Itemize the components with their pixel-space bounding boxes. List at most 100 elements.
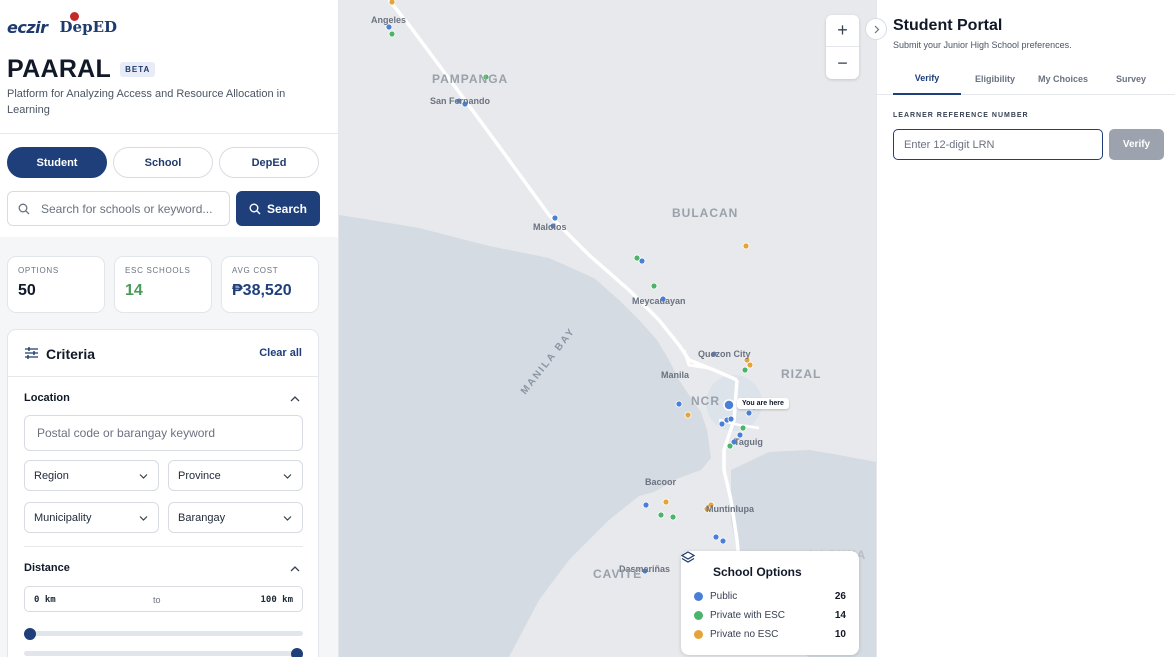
current-location-marker [723, 399, 735, 411]
stat-avg-cost-label: AVG COST [232, 266, 279, 275]
role-tab-deped[interactable]: DepEd [219, 147, 319, 178]
region-select-label: Region [34, 469, 69, 482]
stat-avg-cost: AVG COST ₱38,520 [221, 256, 319, 313]
public-school-marker[interactable] [675, 400, 683, 408]
private-no-esc-school-marker[interactable] [684, 411, 692, 419]
deped-logo-text: DepED [59, 18, 118, 36]
map-view[interactable]: Angeles San Fernando Malolos Meycauayan … [339, 0, 876, 657]
place-manila: Manila [661, 370, 690, 380]
place-san-fernando: San Fernando [430, 96, 491, 106]
place-meycauayan: Meycauayan [632, 296, 686, 306]
region-select[interactable]: Region [24, 460, 159, 491]
portal-title: Student Portal [893, 17, 1003, 34]
barangay-select-label: Barangay [178, 511, 226, 524]
private-esc-school-marker[interactable] [650, 282, 658, 290]
public-school-marker[interactable] [745, 409, 753, 417]
legend-row-private-no-esc: Private no ESC 10 [694, 629, 846, 641]
chevron-down-icon [283, 474, 292, 479]
private-no-esc-school-marker[interactable] [742, 242, 750, 250]
stat-esc-label: ESC SCHOOLS [125, 266, 191, 275]
barangay-select[interactable]: Barangay [168, 502, 303, 533]
province-select-label: Province [178, 469, 221, 482]
portal-tabs: Verify Eligibility My Choices Survey [877, 62, 1175, 95]
criteria-title: Criteria [46, 346, 96, 362]
legend-title: School Options [713, 565, 802, 579]
postal-input[interactable] [37, 426, 277, 440]
public-school-marker[interactable] [712, 533, 720, 541]
place-bacoor: Bacoor [645, 477, 677, 487]
stat-options: OPTIONS 50 [7, 256, 105, 313]
distance-to-label: to [153, 595, 161, 605]
municipality-select[interactable]: Municipality [24, 502, 159, 533]
search-icon [18, 203, 30, 214]
private-esc-school-marker[interactable] [669, 513, 677, 521]
legend-label-private-esc: Private with ESC [710, 610, 786, 621]
chevron-up-icon[interactable] [290, 565, 300, 573]
chevron-up-icon[interactable] [290, 395, 300, 403]
stat-options-value: 50 [18, 282, 36, 299]
private-no-esc-school-marker[interactable] [746, 361, 754, 369]
private-no-esc-school-marker[interactable] [388, 0, 396, 6]
legend-count-private-no-esc: 10 [834, 629, 846, 640]
deped-seal-icon [69, 12, 79, 21]
verify-button[interactable]: Verify [1109, 129, 1164, 160]
private-esc-dot-icon [694, 611, 703, 620]
zoom-out-button[interactable]: − [826, 47, 859, 79]
lrn-input[interactable] [893, 129, 1103, 160]
clear-all-button[interactable]: Clear all [259, 347, 302, 359]
distance-min-input[interactable]: 0 km [34, 595, 56, 605]
chevron-down-icon [139, 516, 148, 521]
private-esc-school-marker[interactable] [388, 30, 396, 38]
public-school-marker[interactable] [727, 415, 735, 423]
criteria-header: Criteria Clear all [8, 330, 318, 377]
distance-max-handle[interactable] [291, 647, 303, 657]
private-esc-school-marker[interactable] [739, 424, 747, 432]
stat-esc-value: 14 [125, 282, 143, 299]
role-tabs: Student School DepEd [7, 147, 319, 178]
collapse-panel-button[interactable] [865, 18, 887, 40]
deped-logo: DepED [59, 12, 118, 36]
search-button-icon [249, 203, 261, 214]
legend-label-private-no-esc: Private no ESC [710, 629, 779, 640]
public-school-marker[interactable] [638, 257, 646, 265]
public-school-marker[interactable] [718, 420, 726, 428]
role-tab-student[interactable]: Student [7, 147, 107, 178]
app-root: eczir DepED PAARAL BETA Platform for Ana… [0, 0, 1175, 657]
stat-avg-cost-value: ₱38,520 [232, 282, 292, 299]
distance-range-inputs: 0 km to 100 km [24, 586, 303, 612]
eczir-logo: eczir [7, 17, 48, 37]
search-input[interactable] [41, 201, 221, 216]
chevron-right-icon [874, 25, 879, 33]
region-ncr: NCR [691, 394, 720, 408]
search-button[interactable]: Search [236, 191, 320, 226]
distance-max-slider[interactable] [24, 647, 303, 657]
private-no-esc-dot-icon [694, 630, 703, 639]
region-bulacan: BULACAN [672, 206, 739, 220]
tab-survey[interactable]: Survey [1097, 62, 1165, 95]
tab-my-choices[interactable]: My Choices [1029, 62, 1097, 95]
private-esc-school-marker[interactable] [657, 511, 665, 519]
public-school-marker[interactable] [551, 214, 559, 222]
public-school-marker[interactable] [719, 537, 727, 545]
distance-max-input[interactable]: 100 km [260, 595, 293, 605]
manila-bay-water [339, 215, 711, 657]
header-divider [0, 133, 338, 134]
zoom-in-button[interactable]: + [826, 15, 859, 47]
you-are-here-label: You are here [737, 398, 789, 409]
private-no-esc-school-marker[interactable] [662, 498, 670, 506]
distance-min-handle[interactable] [24, 627, 36, 640]
tab-verify[interactable]: Verify [893, 62, 961, 95]
private-esc-school-marker[interactable] [741, 366, 749, 374]
place-malolos: Malolos [533, 222, 567, 232]
role-tab-school[interactable]: School [113, 147, 213, 178]
distance-section-title: Distance [24, 562, 70, 574]
province-select[interactable]: Province [168, 460, 303, 491]
brand: PAARAL BETA [7, 55, 156, 84]
tab-eligibility[interactable]: Eligibility [961, 62, 1029, 95]
search-button-label: Search [266, 201, 308, 216]
private-esc-school-marker[interactable] [726, 442, 734, 450]
public-school-marker[interactable] [642, 501, 650, 509]
chevron-down-icon [139, 474, 148, 479]
logo-row: eczir DepED [7, 12, 118, 40]
distance-min-slider[interactable] [24, 627, 303, 640]
